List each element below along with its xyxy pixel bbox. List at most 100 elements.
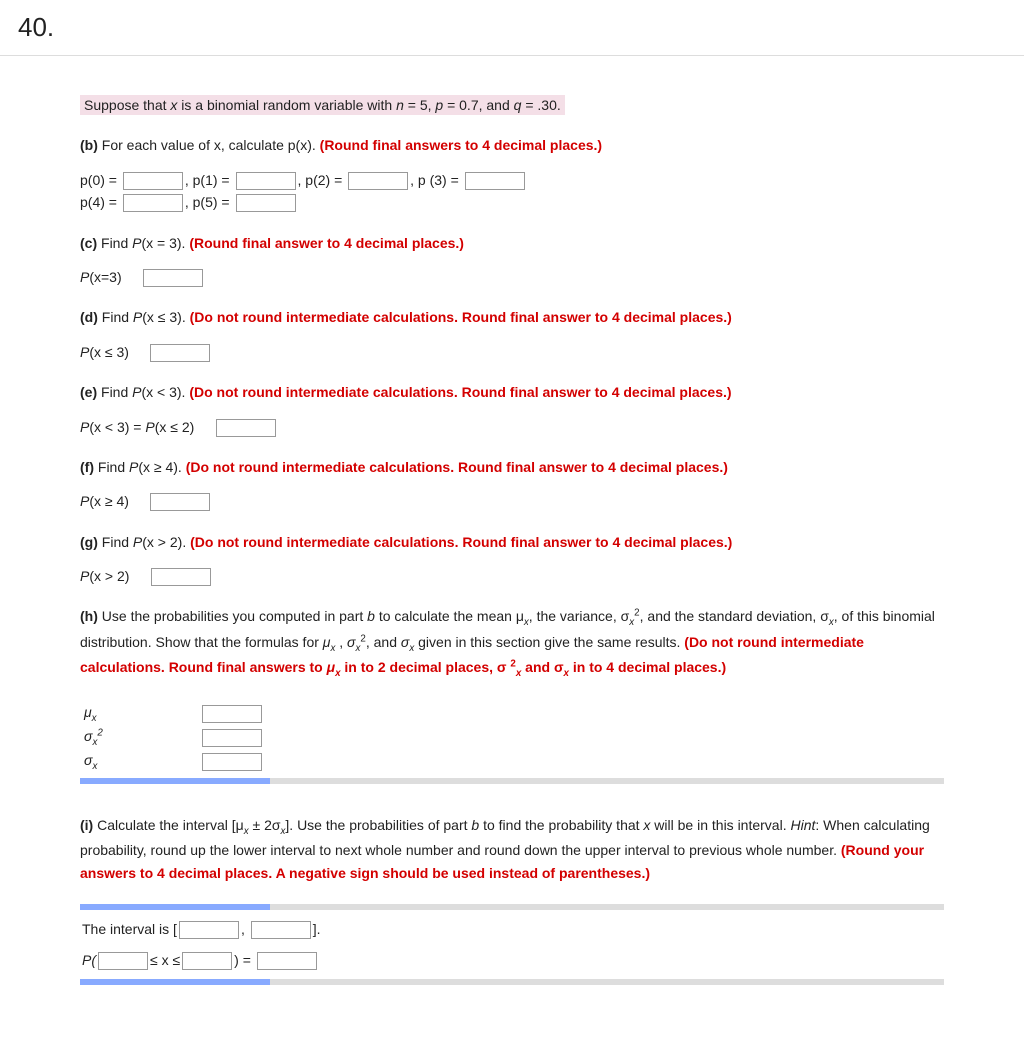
interval-block: The interval is [, ]. P( ≤ x ≤ ) =	[80, 904, 944, 985]
part-d-label: (d)	[80, 309, 98, 325]
p2-label: p(2) =	[305, 172, 346, 188]
ph-b: b	[367, 608, 375, 624]
part-e: (e) Find P(x < 3). (Do not round interme…	[80, 381, 944, 438]
part-c: (c) Find P(x = 3). (Round final answer t…	[80, 232, 944, 289]
part-f-round: (Do not round intermediate calculations.…	[186, 459, 728, 475]
part-e-text: Find	[97, 384, 132, 400]
pe-ans-eq1: (x < 3) =	[89, 419, 145, 435]
interval-end: ].	[313, 921, 321, 937]
pd-P: P	[133, 309, 142, 325]
part-c-text: Find	[97, 235, 132, 251]
p2-input[interactable]	[348, 172, 408, 190]
p5-input[interactable]	[236, 194, 296, 212]
ph-sig2: σ	[347, 634, 355, 650]
part-d-round: (Do not round intermediate calculations.…	[190, 309, 732, 325]
part-f-label: (f)	[80, 459, 94, 475]
scrollbar-hint-1[interactable]	[80, 778, 944, 784]
part-e-input[interactable]	[216, 419, 276, 437]
prob-low-input[interactable]	[98, 952, 148, 970]
ph-t1: Use the probabilities you computed in pa…	[98, 608, 367, 624]
part-c-input[interactable]	[143, 269, 203, 287]
ph-t3: , the variance, σ	[529, 608, 629, 624]
pe-ans-eq2: (x ≤ 2)	[155, 419, 195, 435]
pi-hint: Hint	[790, 817, 815, 833]
part-c-round: (Round final answer to 4 decimal places.…	[189, 235, 464, 251]
pd-eq: (x ≤ 3).	[142, 309, 189, 325]
ph-r2: in to 2 decimal places, σ	[341, 659, 511, 675]
pg-eq: (x > 2).	[142, 534, 190, 550]
part-g-round: (Do not round intermediate calculations.…	[190, 534, 732, 550]
part-e-round: (Do not round intermediate calculations.…	[189, 384, 731, 400]
part-b-round: (Round final answers to 4 decimal places…	[320, 137, 602, 153]
part-b-label: (b)	[80, 137, 98, 153]
pd-ans-eq: (x ≤ 3)	[89, 344, 129, 360]
part-h-label: (h)	[80, 608, 98, 624]
pi-pline-b: ≤ x ≤	[150, 952, 180, 968]
problem-intro: Suppose that x is a binomial random vari…	[80, 94, 944, 116]
ph-t4: , and the standard deviation, σ	[640, 608, 829, 624]
part-g-input[interactable]	[151, 568, 211, 586]
interval-comma: ,	[241, 921, 249, 937]
intro-eq1: = 5,	[404, 97, 436, 113]
pf-P: P	[129, 459, 138, 475]
pc-eq: (x = 3).	[141, 235, 189, 251]
mu-x-input[interactable]	[202, 705, 262, 723]
c1: ,	[185, 172, 193, 188]
intro-eq3: = .30.	[521, 97, 560, 113]
p1-input[interactable]	[236, 172, 296, 190]
part-h: (h) Use the probabilities you computed i…	[80, 605, 944, 783]
intro-var-n: n	[396, 97, 404, 113]
pf-ans-P: P	[80, 493, 89, 509]
scrollbar-hint-2a[interactable]	[80, 904, 944, 910]
intro-text-2: is a binomial random variable with	[177, 97, 396, 113]
part-b-text: For each value of x, calculate p(x).	[98, 137, 320, 153]
sigma-x-input[interactable]	[202, 753, 262, 771]
ph-c1: ,	[335, 634, 347, 650]
p0-label: p(0) =	[80, 172, 121, 188]
p5-label: p(5) =	[193, 194, 234, 210]
part-b: (b) For each value of x, calculate p(x).…	[80, 134, 944, 213]
c4: ,	[185, 194, 193, 210]
p4-label: p(4) =	[80, 194, 121, 210]
pg-ans-eq: (x > 2)	[89, 568, 129, 584]
prob-high-input[interactable]	[182, 952, 232, 970]
part-d-text: Find	[98, 309, 133, 325]
ph-r4: in to 4 decimal places.)	[569, 659, 726, 675]
mu-x-label: μx	[80, 701, 200, 726]
pc-ans-P: P	[80, 269, 89, 285]
pi-t4: to find the probability that	[479, 817, 643, 833]
pe-eq: (x < 3).	[141, 384, 189, 400]
part-g-label: (g)	[80, 534, 98, 550]
sigma2-x-input[interactable]	[202, 729, 262, 747]
interval-low-input[interactable]	[179, 921, 239, 939]
ph-t2: to calculate the mean μ	[375, 608, 524, 624]
prob-result-input[interactable]	[257, 952, 317, 970]
p4-input[interactable]	[123, 194, 183, 212]
part-f-input[interactable]	[150, 493, 210, 511]
pe-ans-P2: P	[145, 419, 154, 435]
interval-label: The interval is [	[82, 921, 177, 937]
p3-label: p (3) =	[418, 172, 463, 188]
question-number: 40.	[0, 0, 1024, 56]
pf-ans-eq: (x ≥ 4)	[89, 493, 129, 509]
part-f: (f) Find P(x ≥ 4). (Do not round interme…	[80, 456, 944, 513]
ph-ss2a: x	[356, 643, 361, 654]
part-d: (d) Find P(x ≤ 3). (Do not round interme…	[80, 306, 944, 363]
part-d-input[interactable]	[150, 344, 210, 362]
part-f-text: Find	[94, 459, 129, 475]
p1-label: p(1) =	[193, 172, 234, 188]
pi-t5: will be in this interval.	[650, 817, 790, 833]
p3-input[interactable]	[465, 172, 525, 190]
part-g: (g) Find P(x > 2). (Do not round interme…	[80, 531, 944, 588]
pi-t1: Calculate the interval [μ	[93, 817, 243, 833]
p0-input[interactable]	[123, 172, 183, 190]
pi-pline-a: P(	[82, 952, 96, 968]
ph-rmu: μ	[327, 659, 335, 675]
pi-pline-c: ) =	[234, 952, 255, 968]
intro-eq2: = 0.7, and	[443, 97, 513, 113]
interval-high-input[interactable]	[251, 921, 311, 939]
pg-ans-P: P	[80, 568, 89, 584]
scrollbar-hint-2b[interactable]	[80, 979, 944, 985]
question-body: Suppose that x is a binomial random vari…	[0, 56, 1024, 1043]
pf-eq: (x ≥ 4).	[138, 459, 185, 475]
